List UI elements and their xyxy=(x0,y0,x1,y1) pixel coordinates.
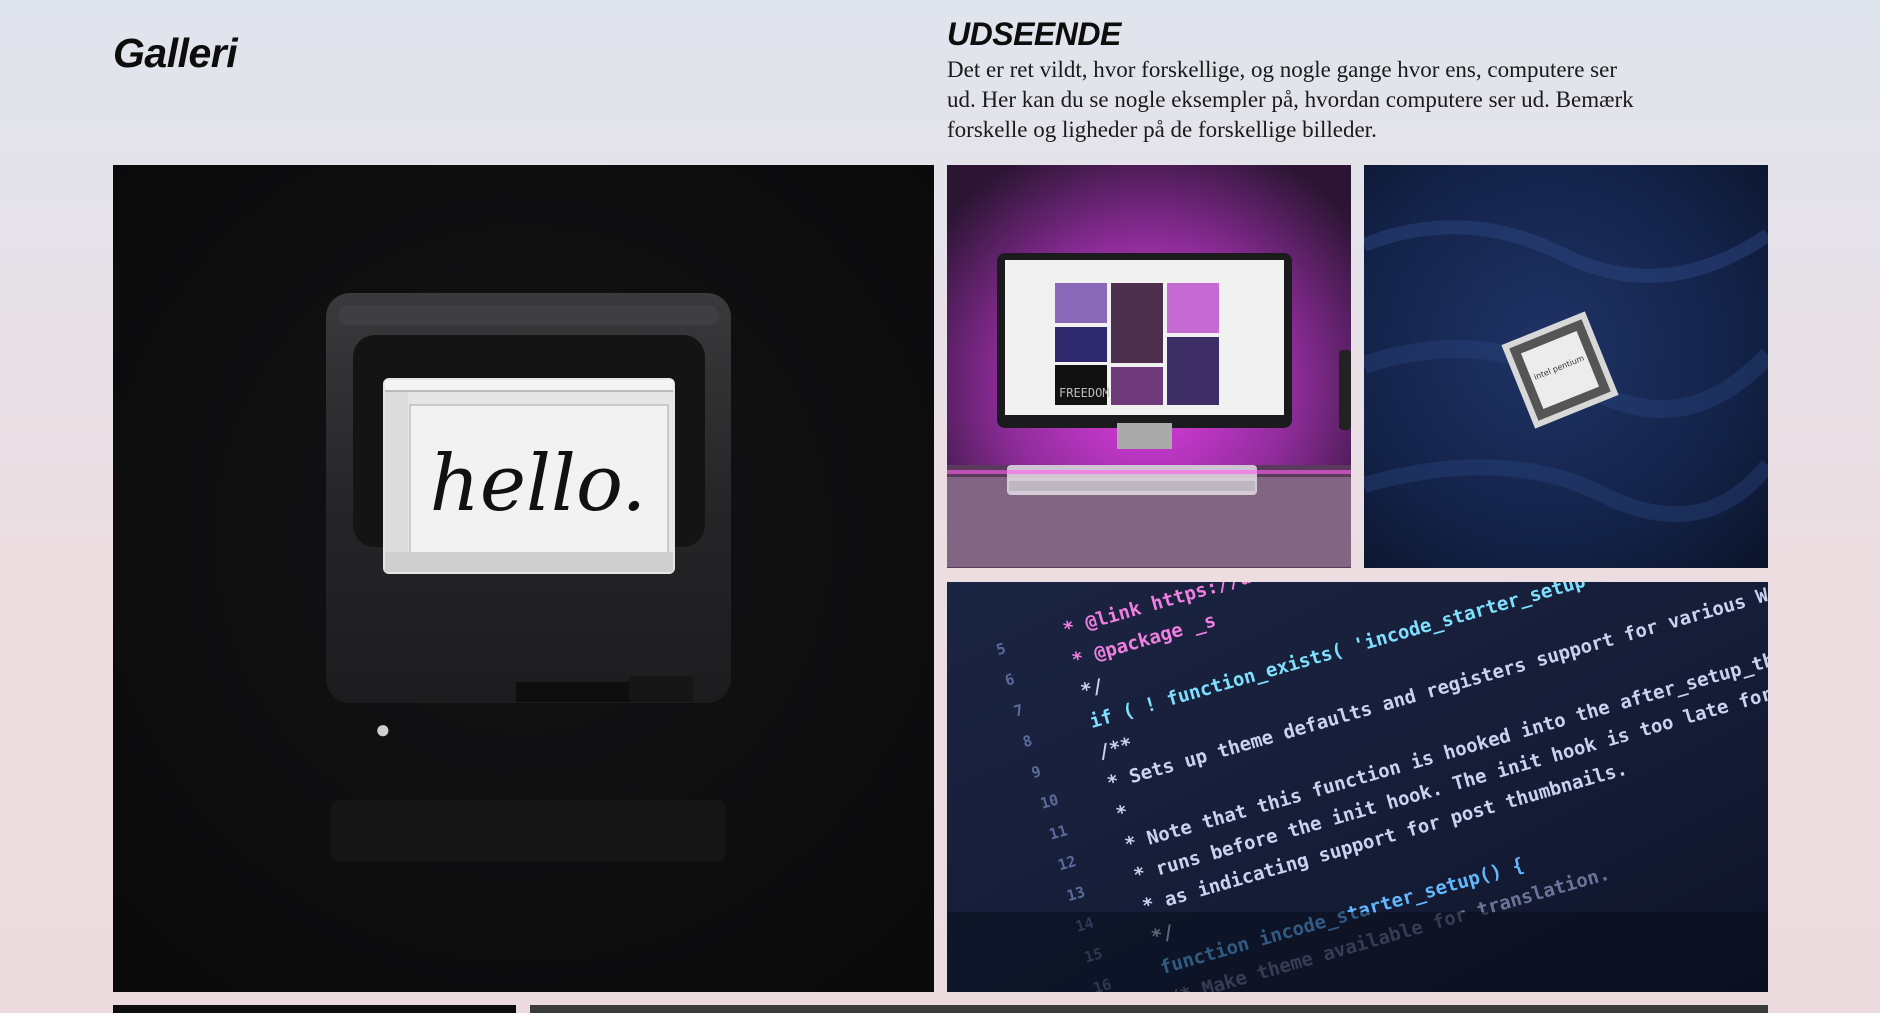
gallery-image-partial-left[interactable] xyxy=(113,1005,516,1013)
imac-screen-text: FREEDOM xyxy=(1059,386,1110,400)
apple-logo-icon: ● xyxy=(375,714,391,744)
code-illustration: 5 6 7 8 9 10 11 12 13 14 15 16 17 * @lin… xyxy=(947,582,1768,992)
section-heading: UDSEENDE xyxy=(947,16,1121,52)
gallery-image-code[interactable]: 5 6 7 8 9 10 11 12 13 14 15 16 17 * @lin… xyxy=(947,582,1768,992)
gallery-image-partial-right[interactable] xyxy=(530,1005,1768,1013)
macintosh-illustration: hello. ● xyxy=(113,165,934,992)
gallery-image-macintosh[interactable]: hello. ● xyxy=(113,165,934,992)
gallery-image-cpu[interactable]: intel pentium xyxy=(1364,165,1768,568)
section-description: Det er ret vildt, hvor forskellige, og n… xyxy=(947,57,1634,142)
cpu-illustration: intel pentium xyxy=(1364,165,1768,568)
gallery-title: Galleri xyxy=(113,30,238,76)
imac-illustration: FREEDOM xyxy=(947,165,1351,568)
gallery-image-imac[interactable]: FREEDOM xyxy=(947,165,1351,568)
mac-screen-text: hello. xyxy=(430,439,647,529)
